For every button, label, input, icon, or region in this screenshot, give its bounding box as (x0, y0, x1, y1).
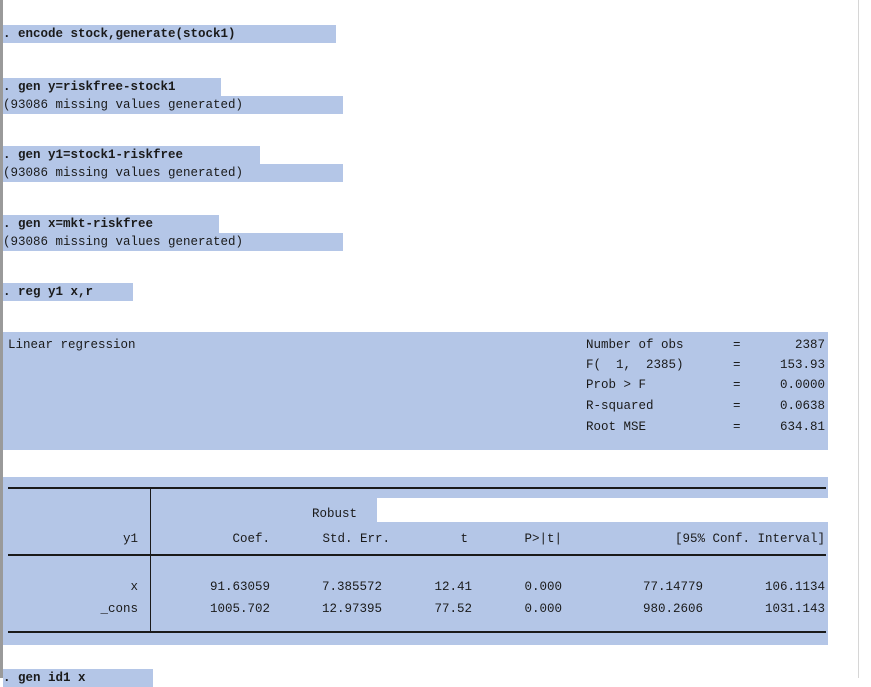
command-line-5: . reg y1 x,r (3, 283, 133, 301)
command-output-2: (93086 missing values generated) (3, 96, 343, 114)
stat-label-rsq: R-squared (586, 399, 654, 413)
row-cons-coef: 1005.702 (209, 602, 270, 616)
command-line-3: . gen y1=stock1-riskfree (3, 146, 260, 164)
row-x-hi: 106.1134 (764, 580, 825, 594)
row-cons-se: 12.97395 (321, 602, 382, 616)
header-t: t (460, 532, 468, 546)
stat-value-rsq: 0.0638 (779, 399, 825, 413)
stat-value-probf: 0.0000 (779, 378, 825, 392)
stat-label-rmse: Root MSE (586, 420, 647, 434)
table-header-rule (8, 554, 826, 556)
row-x-t: 12.41 (434, 580, 472, 594)
row-cons-hi: 1031.143 (764, 602, 825, 616)
command-output-3: (93086 missing values generated) (3, 164, 343, 182)
command-output-4: (93086 missing values generated) (3, 233, 343, 251)
stat-eq-rmse: = (733, 420, 741, 434)
table-vertical-rule (150, 487, 151, 632)
stat-eq-probf: = (733, 378, 741, 392)
stat-eq-f: = (733, 358, 741, 372)
row-cons-lo: 980.2606 (642, 602, 703, 616)
row-x-coef: 91.63059 (209, 580, 270, 594)
header-robust: Robust (312, 507, 358, 521)
stat-eq-nobs: = (733, 338, 741, 352)
stata-results-page: . encode stock,generate(stock1) . gen y=… (0, 0, 871, 687)
header-depvar: y1 (122, 532, 138, 546)
stat-eq-rsq: = (733, 399, 741, 413)
header-white-gap (377, 498, 828, 522)
row-cons-t: 77.52 (434, 602, 472, 616)
stat-value-f: 153.93 (779, 358, 825, 372)
header-p: P>|t| (524, 532, 562, 546)
stat-label-nobs: Number of obs (586, 338, 684, 352)
page-right-border (858, 0, 859, 678)
command-line-1: . encode stock,generate(stock1) (3, 25, 336, 43)
header-ci: [95% Conf. Interval] (674, 532, 825, 546)
stat-label-probf: Prob > F (586, 378, 647, 392)
command-line-4: . gen x=mkt-riskfree (3, 215, 219, 233)
stat-value-rmse: 634.81 (779, 420, 825, 434)
row-x-p: 0.000 (524, 580, 562, 594)
command-line-2: . gen y=riskfree-stock1 (3, 78, 221, 96)
trailing-command-line: . gen id1 x (3, 669, 153, 687)
table-top-rule (8, 487, 826, 489)
stat-value-nobs: 2387 (794, 338, 825, 352)
row-x-lo: 77.14779 (642, 580, 703, 594)
row-x-se: 7.385572 (321, 580, 382, 594)
stat-label-f: F( 1, 2385) (586, 358, 684, 372)
regression-title: Linear regression (8, 338, 136, 352)
row-cons-var: _cons (100, 602, 138, 616)
row-x-var: x (130, 580, 138, 594)
header-se: Std. Err. (322, 532, 390, 546)
header-coef: Coef. (232, 532, 270, 546)
row-cons-p: 0.000 (524, 602, 562, 616)
table-bottom-rule (8, 631, 826, 633)
